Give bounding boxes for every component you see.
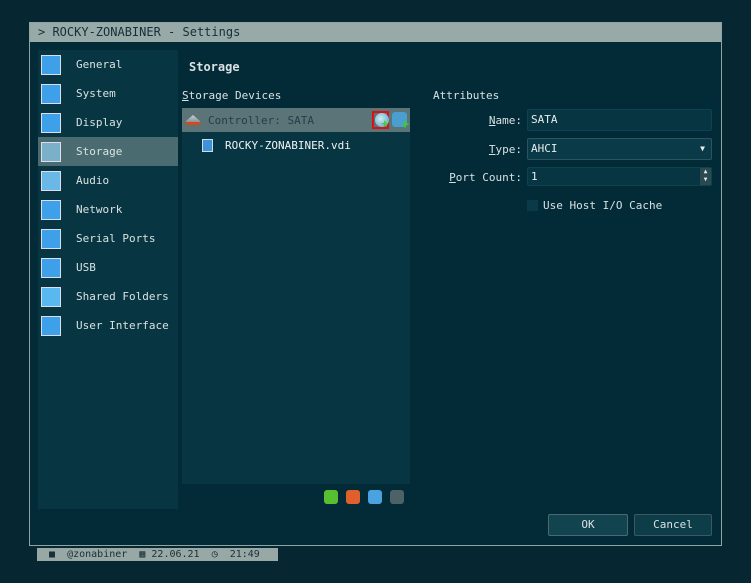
chip-icon (41, 83, 61, 104)
sidebar-item-label: Audio (76, 174, 110, 187)
sidebar-item-label: USB (76, 261, 96, 274)
disk-label: ROCKY-ZONABINER.vdi (225, 138, 351, 152)
usb-icon (41, 257, 61, 278)
ok-button[interactable]: OK (548, 514, 628, 536)
cancel-button[interactable]: Cancel (634, 514, 712, 536)
sidebar-item-general[interactable]: General (38, 50, 178, 79)
serial-port-icon (41, 228, 61, 249)
sidebar-item-label: Storage (76, 145, 123, 158)
port-count-spinbox[interactable]: 1 ▲ ▼ (527, 167, 712, 186)
name-label: Name: (488, 114, 522, 127)
sidebar-item-shared-folders[interactable]: Shared Folders (38, 282, 178, 311)
host-io-cache-checkbox[interactable]: Use Host I/O Cache (527, 199, 662, 212)
username: @zonabiner (67, 549, 128, 560)
remove-controller-icon[interactable] (346, 490, 360, 504)
disk-row[interactable]: ROCKY-ZONABINER.vdi (182, 132, 410, 158)
settings-dialog: > ROCKY-ZONABINER - Settings General Syst… (29, 22, 722, 546)
add-hard-disk-button[interactable]: + (392, 112, 409, 130)
window-icon (41, 315, 61, 336)
sidebar-item-storage[interactable]: Storage (38, 137, 178, 166)
add-attachment-icon[interactable] (368, 490, 382, 504)
page-title: Storage (189, 60, 240, 74)
title-bar: > ROCKY-ZONABINER - Settings (30, 23, 721, 42)
calendar-icon: ▦ (139, 549, 146, 560)
monitor-icon (41, 54, 61, 75)
port-count-value: 1 (531, 170, 538, 183)
checkbox[interactable] (527, 200, 538, 211)
host-io-cache-label: Use Host I/O Cache (543, 199, 663, 212)
sidebar-item-label: User Interface (76, 319, 169, 332)
sidebar-item-system[interactable]: System (38, 79, 178, 108)
sidebar-item-user-interface[interactable]: User Interface (38, 311, 178, 340)
add-optical-drive-button[interactable]: + (372, 111, 389, 129)
attributes-heading: Attributes (433, 89, 500, 102)
sidebar-item-label: System (76, 87, 116, 100)
folder-icon (41, 286, 61, 307)
camera-icon: ■ (49, 549, 56, 560)
spinner-arrows-icon[interactable]: ▲ ▼ (700, 168, 711, 185)
settings-sidebar: General System Display Storage Audio Network S… (38, 50, 178, 509)
name-input[interactable]: SATA (527, 109, 712, 131)
remove-attachment-icon[interactable] (390, 490, 404, 504)
hard-disk-icon (202, 138, 213, 152)
network-icon (41, 199, 61, 220)
sidebar-item-label: General (76, 58, 123, 71)
date: 22.06.21 (151, 549, 200, 560)
chevron-down-icon: ▼ (700, 144, 705, 153)
storage-tree[interactable]: Controller: SATA + + ROCKY-ZONABINER.vdi (182, 108, 410, 484)
sidebar-item-label: Network (76, 203, 123, 216)
sidebar-item-label: Shared Folders (76, 290, 169, 303)
speaker-icon (41, 170, 61, 191)
type-label: Type: (488, 143, 522, 156)
type-value: AHCI (531, 142, 558, 155)
storage-devices-label: Storage Devices (182, 89, 282, 102)
sidebar-item-serial-ports[interactable]: Serial Ports (38, 224, 178, 253)
controller-label: Controller: SATA (208, 113, 314, 127)
sidebar-item-label: Serial Ports (76, 232, 156, 245)
clock-icon: ◷ (211, 549, 218, 560)
type-select[interactable]: AHCI ▼ (527, 138, 712, 160)
sidebar-item-audio[interactable]: Audio (38, 166, 178, 195)
status-bar: ■ @zonabiner ▦ 22.06.21 ◷ 21:49 (37, 548, 278, 561)
storage-toolbar (324, 490, 404, 504)
sidebar-item-usb[interactable]: USB (38, 253, 178, 282)
sidebar-item-label: Display (76, 116, 123, 129)
disk-icon (41, 141, 61, 162)
sidebar-item-network[interactable]: Network (38, 195, 178, 224)
controller-icon (186, 115, 200, 125)
time: 21:49 (229, 549, 260, 560)
sidebar-item-display[interactable]: Display (38, 108, 178, 137)
add-controller-icon[interactable] (324, 490, 338, 504)
display-icon (41, 112, 61, 133)
controller-row[interactable]: Controller: SATA + + (182, 108, 410, 132)
port-count-label: Port Count: (449, 171, 522, 184)
